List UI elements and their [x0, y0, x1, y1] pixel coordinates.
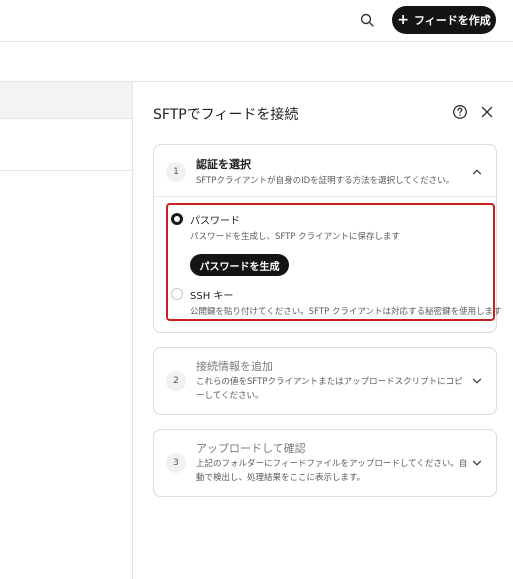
chevron-down-icon: [472, 460, 482, 466]
password-option-label[interactable]: パスワード: [190, 212, 240, 227]
ssh-key-radio[interactable]: [171, 288, 183, 300]
help-button[interactable]: [452, 104, 468, 120]
page: + フィードを作成 SFTPでフィードを接続 1 認証を選択 SFTPクライアン…: [0, 0, 513, 579]
background-header-band: [0, 81, 133, 119]
close-button[interactable]: [479, 104, 495, 120]
sftp-connect-panel: SFTPでフィードを接続 1 認証を選択 SFTPクライアントが自身のIDを証明…: [132, 81, 513, 579]
help-circle-icon: [453, 105, 467, 119]
step-title: アップロードして確認: [196, 442, 306, 455]
step-card-authentication: 1 認証を選択 SFTPクライアントが自身のIDを証明する方法を選択してください…: [153, 144, 502, 333]
chevron-up-icon: [472, 169, 482, 175]
step-number: 2: [166, 371, 186, 391]
ssh-key-option-label[interactable]: SSH キー: [190, 287, 233, 302]
step-number: 1: [166, 162, 186, 182]
step-number: 3: [166, 453, 186, 473]
close-icon: [481, 106, 493, 118]
search-icon: [360, 13, 374, 27]
generate-password-button[interactable]: パスワードを生成: [190, 254, 289, 276]
background-divider: [0, 170, 133, 171]
step-description: SFTPクライアントが自身のIDを証明する方法を選択してください。: [196, 176, 455, 186]
create-feed-label: フィードを作成: [413, 14, 491, 27]
auth-options-group: パスワード パスワードを生成し、SFTP クライアントに保存します パスワードを…: [166, 203, 502, 321]
password-radio[interactable]: [171, 213, 183, 225]
top-bar: + フィードを作成: [0, 0, 513, 42]
step-description: これらの値をSFTPクライアントまたはアップロードスクリプトにコピーしてください…: [196, 377, 463, 401]
step-description: 上記のフォルダーにフィードファイルをアップロードしてください。自動で検出し、処理…: [196, 459, 468, 483]
card-divider: [154, 196, 496, 197]
step-card-upload-verify: 3 アップロードして確認 上記のフォルダーにフィードファイルをアップロードしてく…: [153, 429, 497, 497]
step-title: 接続情報を追加: [196, 360, 273, 373]
search-button[interactable]: [356, 9, 378, 31]
step-card-connection-info: 2 接続情報を追加 これらの値をSFTPクライアントまたはアップロードスクリプト…: [153, 347, 497, 415]
step-title: 認証を選択: [196, 158, 251, 171]
panel-title: SFTPでフィードを接続: [153, 107, 299, 123]
password-option-description: パスワードを生成し、SFTP クライアントに保存します: [190, 232, 400, 242]
chevron-down-icon: [472, 378, 482, 384]
plus-icon: +: [397, 12, 409, 28]
ssh-key-option-description: 公開鍵を貼り付けてください。SFTP クライアントは対応する秘密鍵を使用します: [190, 307, 502, 317]
create-feed-button[interactable]: + フィードを作成: [392, 6, 496, 34]
